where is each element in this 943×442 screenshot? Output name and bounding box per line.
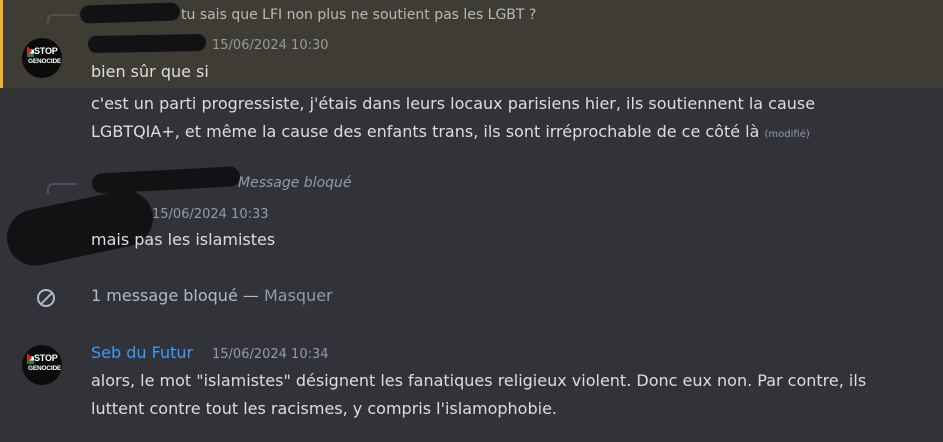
blocked-text: 1 message bloqué — xyxy=(91,286,264,305)
reply-connector xyxy=(47,14,77,25)
reply-preview-text[interactable]: tu sais que LFI non plus ne soutient pas… xyxy=(181,7,536,23)
redacted-avatar[interactable] xyxy=(1,185,159,271)
avatar[interactable]: STOP GENOCIDE xyxy=(22,345,62,385)
flag-triangle-icon xyxy=(27,46,32,56)
hide-blocked-link[interactable]: Masquer xyxy=(264,286,333,305)
reply-connector xyxy=(47,183,77,194)
avatar-text-genocide: GENOCIDE xyxy=(28,58,62,65)
message-content: bien sûr que si xyxy=(91,62,209,81)
blocked-messages-notice: 1 message bloqué — Masquer xyxy=(91,286,333,305)
username[interactable]: Seb du Futur xyxy=(91,343,193,362)
message-content-line-2: LGBTQIA+, et même la cause des enfants t… xyxy=(91,121,810,146)
redacted-username xyxy=(91,166,241,194)
message-content: mais pas les islamistes xyxy=(91,230,276,249)
message-content-line-1: c'est un parti progressiste, j'étais dan… xyxy=(91,94,816,113)
timestamp[interactable]: 15/06/2024 10:30 xyxy=(212,38,329,53)
blocked-icon xyxy=(37,289,55,307)
redacted-username[interactable] xyxy=(87,33,207,54)
redacted-username xyxy=(79,2,181,24)
timestamp[interactable]: 15/06/2024 10:34 xyxy=(212,347,329,362)
timestamp[interactable]: 15/06/2024 10:33 xyxy=(152,207,269,222)
message-content-line-1: alors, le mot "islamistes" désignent les… xyxy=(91,371,867,390)
message-text: LGBTQIA+, et même la cause des enfants t… xyxy=(91,122,760,141)
edited-label: (modifié) xyxy=(764,129,810,140)
avatar-text-genocide: GENOCIDE xyxy=(28,365,62,372)
blocked-reply-preview[interactable]: Message bloqué xyxy=(238,175,352,191)
avatar-text-stop: STOP xyxy=(34,46,58,56)
avatar-text-stop: STOP xyxy=(34,353,58,363)
flag-triangle-icon xyxy=(27,353,32,363)
avatar[interactable]: STOP GENOCIDE xyxy=(22,38,62,78)
message-content-line-2: luttent contre tout les racismes, y comp… xyxy=(91,399,557,418)
